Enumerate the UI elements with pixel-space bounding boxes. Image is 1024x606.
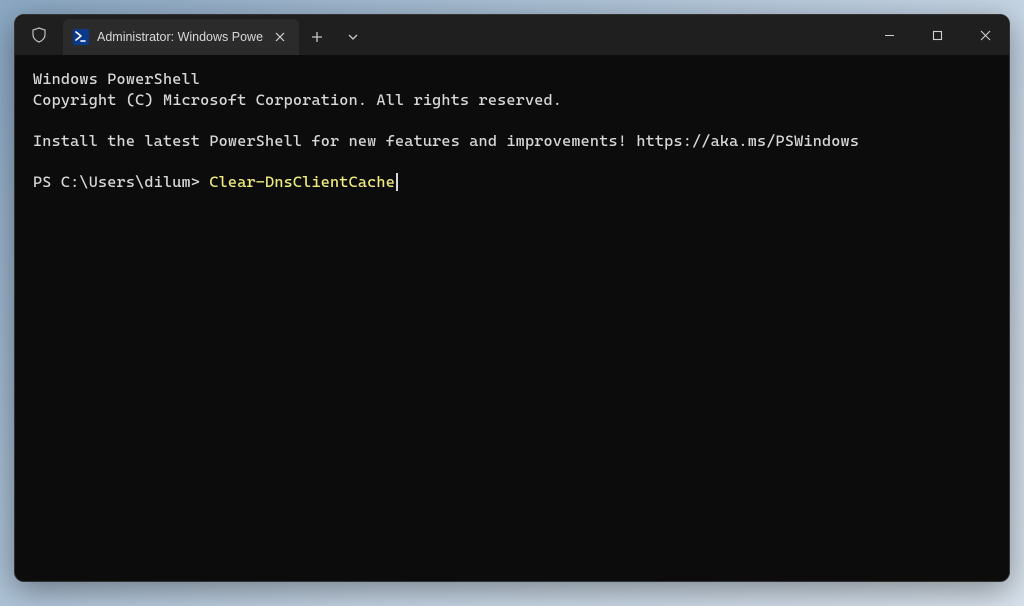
text-cursor bbox=[396, 173, 398, 191]
window-controls bbox=[865, 15, 1009, 55]
close-window-button[interactable] bbox=[961, 15, 1009, 55]
command-text: Clear-DnsClientCache bbox=[209, 173, 395, 191]
titlebar: Administrator: Windows Powe bbox=[15, 15, 1009, 55]
maximize-button[interactable] bbox=[913, 15, 961, 55]
elevation-shield-wrap bbox=[15, 27, 63, 43]
install-message: Install the latest PowerShell for new fe… bbox=[33, 131, 991, 152]
minimize-icon bbox=[884, 30, 895, 41]
prompt-line: PS C:\Users\dilum> Clear-DnsClientCache bbox=[33, 172, 991, 193]
header-line-2: Copyright (C) Microsoft Corporation. All… bbox=[33, 90, 991, 111]
tab-dropdown-button[interactable] bbox=[335, 19, 371, 55]
minimize-button[interactable] bbox=[865, 15, 913, 55]
prompt-text: PS C:\Users\dilum> bbox=[33, 173, 209, 191]
terminal-content[interactable]: Windows PowerShell Copyright (C) Microso… bbox=[15, 55, 1009, 581]
close-icon bbox=[980, 30, 991, 41]
shield-icon bbox=[31, 27, 47, 43]
powershell-icon bbox=[73, 29, 89, 45]
plus-icon bbox=[311, 31, 323, 43]
terminal-window: Administrator: Windows Powe bbox=[14, 14, 1010, 582]
tab-close-button[interactable] bbox=[271, 28, 289, 46]
header-line-1: Windows PowerShell bbox=[33, 69, 991, 90]
new-tab-button[interactable] bbox=[299, 19, 335, 55]
maximize-icon bbox=[932, 30, 943, 41]
tab-title: Administrator: Windows Powe bbox=[97, 30, 263, 44]
titlebar-left: Administrator: Windows Powe bbox=[15, 15, 865, 55]
close-icon bbox=[275, 32, 285, 42]
chevron-down-icon bbox=[347, 31, 359, 43]
active-tab[interactable]: Administrator: Windows Powe bbox=[63, 19, 299, 55]
